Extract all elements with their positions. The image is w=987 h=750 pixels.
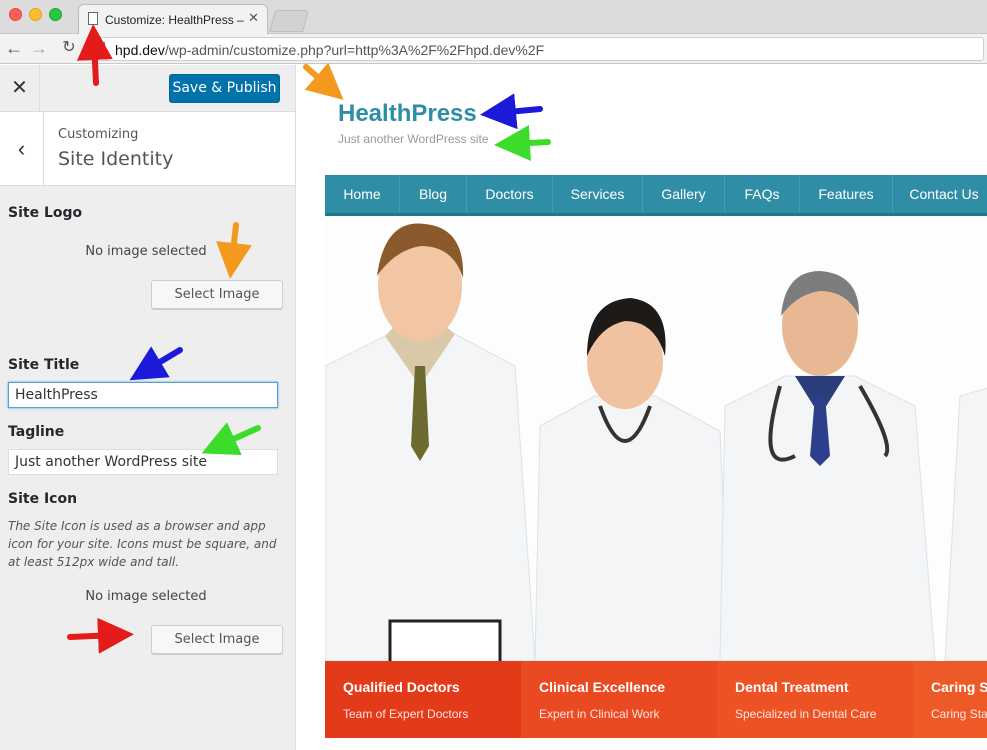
red-arrow-icon-button (67, 617, 134, 654)
green-arrow-tagline-field (201, 422, 261, 456)
annotation-arrows (67, 24, 551, 654)
orange-arrow-preview (303, 62, 344, 100)
blue-arrow-title (480, 93, 543, 130)
blue-arrow-site-title (129, 346, 183, 381)
green-arrow-tagline (494, 125, 551, 161)
orange-arrow-logo (216, 222, 252, 279)
red-arrow-url (76, 24, 113, 86)
